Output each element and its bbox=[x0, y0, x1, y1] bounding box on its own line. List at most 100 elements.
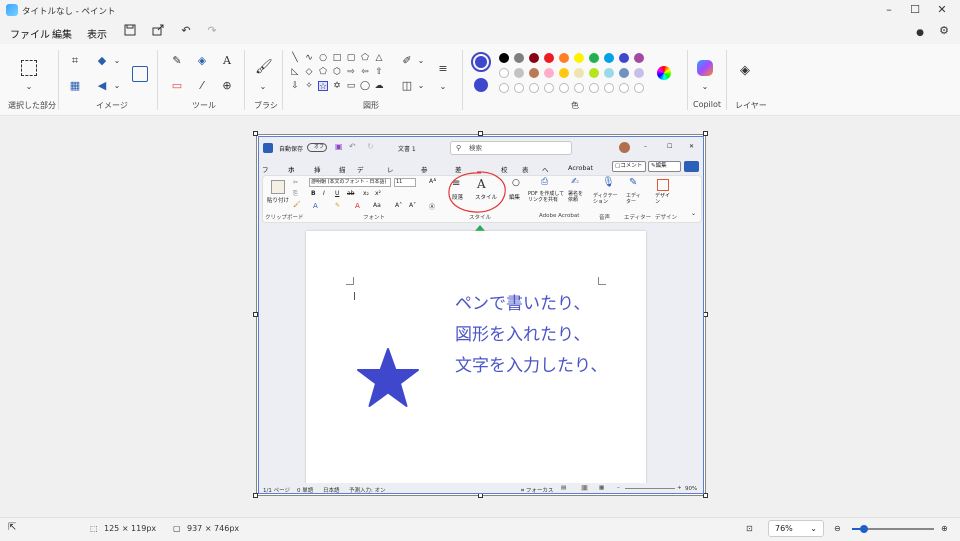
color-swatch[interactable] bbox=[634, 68, 644, 78]
fill-bucket-icon[interactable]: ◈ bbox=[195, 54, 209, 68]
fit-to-window-icon[interactable]: ⊡ bbox=[746, 524, 753, 533]
chevron-down-icon[interactable]: ⌄ bbox=[22, 80, 36, 94]
format-painter-icon[interactable]: 🖌 bbox=[293, 201, 301, 208]
word-close-icon[interactable]: ✕ bbox=[689, 143, 694, 150]
dictation-icon[interactable]: 🎙 bbox=[602, 177, 615, 188]
eraser-icon[interactable]: ▭ bbox=[170, 79, 184, 93]
color-swatch[interactable] bbox=[559, 53, 569, 63]
remove-background-icon[interactable]: ▦ bbox=[68, 79, 82, 93]
paste-icon[interactable] bbox=[271, 180, 285, 194]
subscript-icon[interactable]: x₂ bbox=[363, 190, 369, 197]
line-width-icon[interactable]: ≡ bbox=[436, 62, 450, 76]
color-swatch[interactable] bbox=[514, 53, 524, 63]
layers-icon[interactable]: ◈ bbox=[738, 64, 752, 78]
pencil-icon[interactable]: ✎ bbox=[170, 54, 184, 68]
color-swatch[interactable] bbox=[634, 53, 644, 63]
share-icon[interactable] bbox=[151, 24, 165, 38]
color-swatch[interactable] bbox=[589, 53, 599, 63]
edit-colors-icon[interactable] bbox=[657, 66, 671, 80]
color-swatch[interactable] bbox=[499, 68, 509, 78]
color-swatch[interactable] bbox=[604, 68, 614, 78]
resize-icon[interactable]: ◆ bbox=[95, 54, 109, 68]
editor-icon[interactable]: ✎ bbox=[629, 177, 637, 188]
zoom-out-icon[interactable]: – bbox=[617, 485, 620, 491]
document-page[interactable]: ペンで書いたり、 図形を入れたり、 文字を入力したり、 bbox=[306, 231, 646, 493]
color-swatch[interactable] bbox=[514, 68, 524, 78]
comment-button[interactable]: ▢コメント bbox=[612, 161, 646, 172]
color-swatch[interactable] bbox=[574, 83, 584, 93]
font-name-select[interactable]: 游明朝 (本文のフォント - 日本語) bbox=[309, 178, 391, 187]
down-arrow-shape-icon[interactable]: ⇩ bbox=[290, 81, 300, 91]
word-minimize-icon[interactable]: – bbox=[644, 143, 647, 150]
five-point-star-shape-icon[interactable]: ☆ bbox=[318, 81, 328, 92]
word-tab[interactable]: Acrobat bbox=[568, 164, 593, 172]
color-swatch[interactable] bbox=[529, 68, 539, 78]
redo-icon[interactable]: ↷ bbox=[205, 24, 219, 38]
four-point-star-shape-icon[interactable]: ✧ bbox=[304, 81, 314, 91]
color-swatch[interactable] bbox=[574, 53, 584, 63]
zoom-in-icon[interactable]: ⊕ bbox=[941, 524, 948, 533]
copy-icon[interactable]: ⎘ bbox=[293, 190, 298, 198]
text-effects-icon[interactable]: A bbox=[313, 202, 318, 210]
color-swatch[interactable] bbox=[544, 68, 554, 78]
right-arrow-shape-icon[interactable]: ⇨ bbox=[346, 67, 356, 77]
share-button[interactable] bbox=[684, 161, 699, 172]
color-swatch[interactable] bbox=[559, 68, 569, 78]
primary-color-button[interactable] bbox=[471, 52, 491, 72]
triangle-shape-icon[interactable]: △ bbox=[374, 53, 384, 63]
hexagon-shape-icon[interactable]: ⬡ bbox=[332, 67, 342, 77]
brush-icon[interactable]: 🖌 bbox=[255, 60, 273, 74]
left-arrow-shape-icon[interactable]: ⇦ bbox=[360, 67, 370, 77]
polygon-shape-icon[interactable]: ⬠ bbox=[360, 53, 370, 63]
read-mode-icon[interactable]: ▤ bbox=[561, 485, 566, 491]
sign-request-icon[interactable]: ✍ bbox=[571, 177, 579, 187]
word-search-box[interactable]: ⚲ 検索 bbox=[450, 141, 572, 155]
designer-icon[interactable] bbox=[657, 179, 669, 191]
font-color-icon[interactable]: A bbox=[355, 202, 360, 210]
focus-button[interactable]: ⌗ フォーカス bbox=[521, 486, 553, 493]
callout-shape-icon[interactable]: ▭ bbox=[346, 81, 356, 91]
color-swatch[interactable] bbox=[589, 83, 599, 93]
menu-file[interactable]: ファイル bbox=[10, 26, 50, 41]
maximize-button[interactable]: ☐ bbox=[906, 2, 924, 18]
chevron-down-icon[interactable]: ⌄ bbox=[414, 79, 428, 93]
chevron-down-icon[interactable]: ⌄ bbox=[414, 54, 428, 68]
collapse-ribbon-icon[interactable]: ⌄ bbox=[691, 210, 696, 217]
curve-shape-icon[interactable]: ∿ bbox=[304, 53, 314, 63]
rounded-rectangle-shape-icon[interactable]: ▢ bbox=[346, 53, 356, 63]
word-zoom-slider[interactable] bbox=[625, 488, 675, 489]
zoom-slider[interactable] bbox=[852, 525, 934, 533]
font-grow-icon[interactable]: Aᐞ bbox=[429, 178, 436, 185]
editing-icon[interactable]: ○ bbox=[512, 178, 520, 188]
minimize-button[interactable]: – bbox=[880, 2, 898, 18]
color-swatch[interactable] bbox=[634, 83, 644, 93]
six-point-star-shape-icon[interactable]: ✡ bbox=[332, 81, 342, 91]
menu-view[interactable]: 表示 bbox=[87, 26, 107, 41]
chevron-down-icon[interactable]: ⌄ bbox=[698, 80, 712, 94]
copilot-icon[interactable] bbox=[697, 60, 713, 76]
menu-edit[interactable]: 編集 bbox=[52, 26, 72, 41]
chevron-down-icon[interactable]: ⌄ bbox=[256, 80, 270, 94]
oval-shape-icon[interactable]: ○ bbox=[318, 53, 328, 63]
create-pdf-icon[interactable]: ⎙ bbox=[541, 177, 548, 187]
right-triangle-shape-icon[interactable]: ◺ bbox=[290, 67, 300, 77]
chevron-down-icon[interactable]: ⌄ bbox=[436, 80, 450, 94]
zoom-select[interactable]: 76% ⌄ bbox=[768, 520, 824, 537]
word-maximize-icon[interactable]: ☐ bbox=[667, 143, 672, 150]
strikethrough-icon[interactable]: ab bbox=[347, 190, 355, 197]
print-layout-icon[interactable]: ▥ bbox=[581, 485, 589, 491]
font-grow-small-icon[interactable]: A˄ bbox=[395, 202, 402, 209]
undo-icon[interactable]: ↶ bbox=[349, 142, 356, 151]
line-shape-icon[interactable]: ╲ bbox=[290, 53, 300, 63]
color-swatch[interactable] bbox=[559, 83, 569, 93]
color-swatch[interactable] bbox=[619, 83, 629, 93]
color-swatch[interactable] bbox=[589, 68, 599, 78]
color-swatch[interactable] bbox=[514, 83, 524, 93]
color-swatch[interactable] bbox=[529, 53, 539, 63]
redo-icon[interactable]: ↻ bbox=[367, 142, 374, 151]
autosave-toggle[interactable]: オフ bbox=[307, 143, 327, 152]
fill-icon[interactable]: ◫ bbox=[400, 79, 414, 93]
cut-icon[interactable]: ✂ bbox=[293, 179, 298, 186]
italic-icon[interactable]: I bbox=[323, 190, 325, 197]
color-swatch[interactable] bbox=[604, 83, 614, 93]
